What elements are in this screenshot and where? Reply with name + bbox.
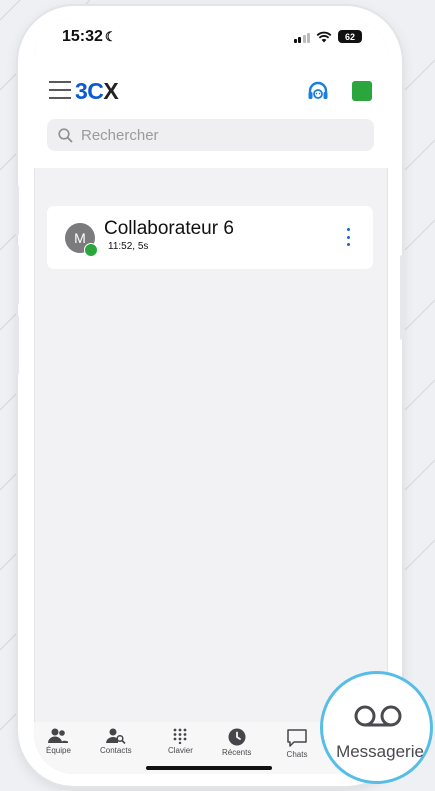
phone-side-button [15,315,19,375]
phone-side-button [15,245,19,305]
app-header: 3CX [34,76,388,112]
search-icon [58,127,73,143]
presence-dot [84,243,98,257]
status-time-text: 15:32 [62,28,103,45]
top-area: 15:32 ☾ 62 3CX [34,18,388,168]
contact-name: Collaborateur 6 [104,218,234,239]
tab-equipe[interactable]: Équipe [46,728,71,755]
more-options-icon[interactable] [345,228,351,246]
headset-agent-icon[interactable] [306,80,330,104]
phone-side-button [15,185,19,235]
tab-label: Chats [286,750,308,759]
search-input[interactable] [79,125,363,145]
status-time: 15:32 ☾ [62,28,117,46]
wifi-icon [316,31,332,42]
phone-side-button [400,255,404,340]
tab-label: Contacts [100,746,132,755]
voicemail-icon[interactable] [352,703,404,729]
call-time-duration: 11:52, 5s [108,241,149,252]
3cx-logo: 3CX [75,78,119,104]
home-indicator [146,766,272,770]
tab-recents[interactable]: Récents [222,728,251,757]
chat-icon [287,729,307,747]
moon-icon: ☾ [104,29,117,44]
recent-call-card[interactable]: M Collaborateur 6 11:52, 5s [47,206,373,269]
tab-chats[interactable]: Chats [286,728,308,759]
search-bar[interactable] [47,119,374,151]
hamburger-menu-icon[interactable] [49,81,71,99]
clock-icon [228,728,246,746]
tab-contacts[interactable]: Contacts [100,728,132,755]
tab-messagerie[interactable]: Messagerie [325,742,435,762]
team-icon [48,728,69,743]
presence-status-button[interactable] [352,81,372,101]
tab-label: Équipe [46,746,71,755]
battery-level: 62 [344,31,355,42]
tab-clavier[interactable]: Clavier [168,728,193,755]
app-screen: 15:32 ☾ 62 3CX Rechercher M Collaborateu… [34,18,388,774]
contacts-icon [105,728,126,744]
tab-label: Clavier [168,746,193,755]
status-icons: 62 [293,30,362,43]
keypad-icon [174,728,187,744]
tab-label: Récents [222,748,252,757]
battery-icon: 62 [338,30,362,43]
avatar-initial: M [74,230,86,246]
signal-icon [293,31,310,43]
